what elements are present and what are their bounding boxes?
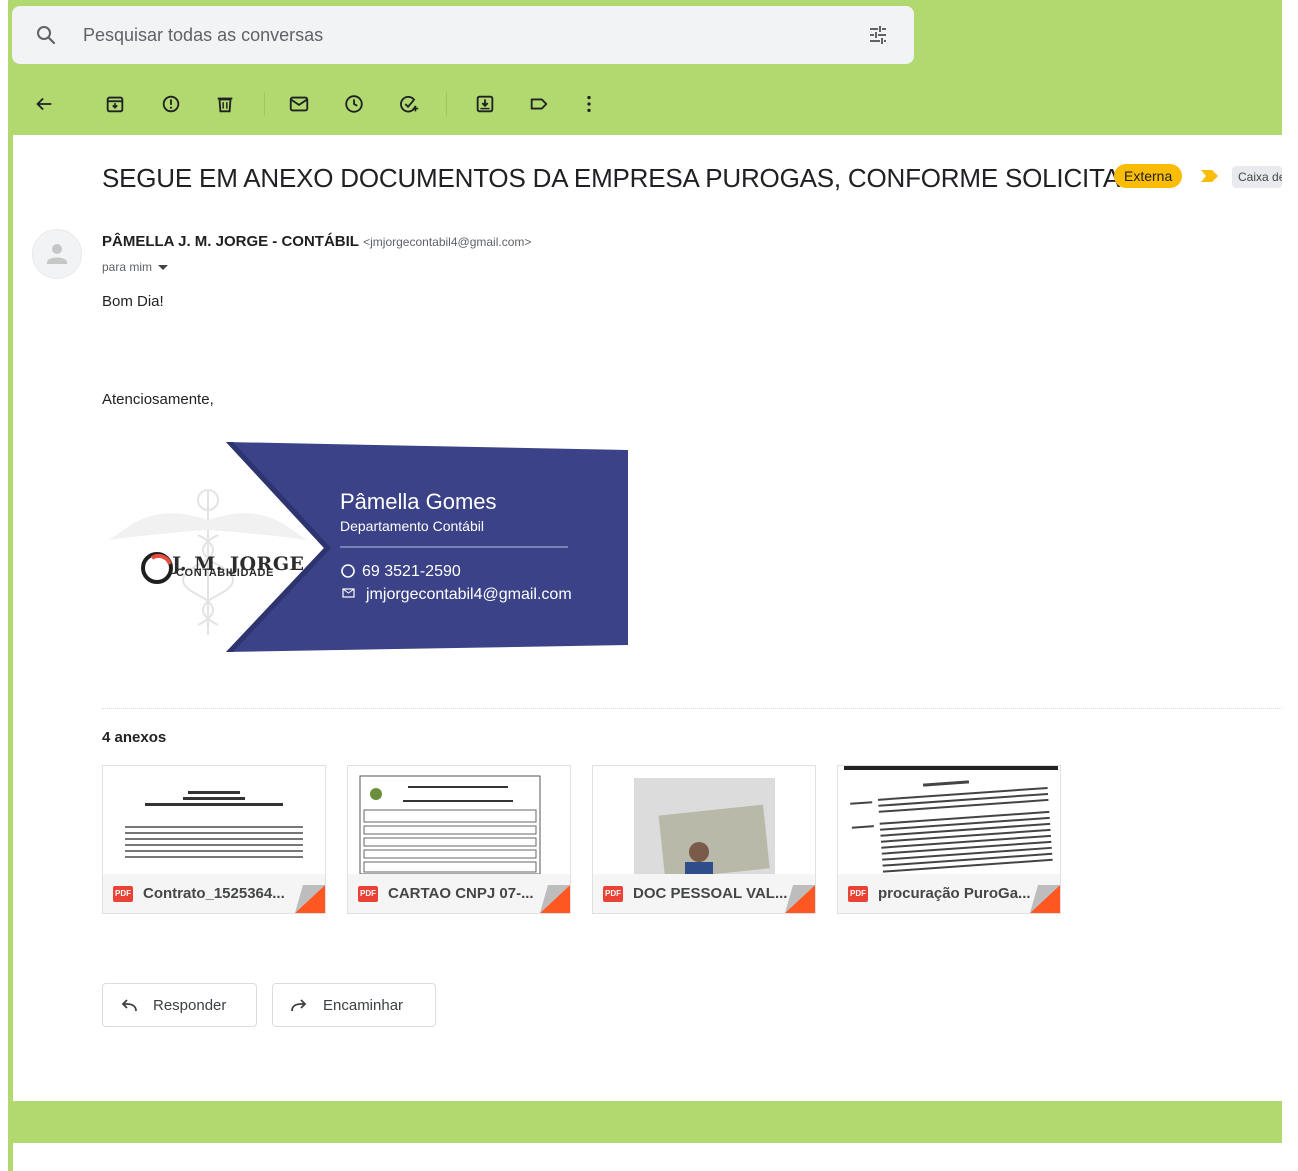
attachment-name: CARTAO CNPJ 07-...: [388, 885, 534, 902]
toolbar-divider: [446, 92, 447, 116]
important-marker-icon[interactable]: [1200, 169, 1220, 183]
report-spam-icon[interactable]: [160, 93, 182, 115]
move-to-icon[interactable]: [474, 93, 496, 115]
search-options-icon[interactable]: [866, 23, 890, 47]
attachment-name: Contrato_1525364...: [143, 885, 285, 902]
left-frame-band: [8, 0, 13, 1171]
snooze-icon[interactable]: [343, 93, 365, 115]
attachment-thumbnail: [348, 766, 570, 874]
toolbar-divider: [264, 92, 265, 116]
more-vert-icon[interactable]: [578, 93, 600, 115]
pdf-icon: PDF: [603, 886, 623, 902]
sender-email: <jmjorgecontabil4@gmail.com>: [363, 235, 532, 249]
back-arrow-icon[interactable]: [33, 93, 55, 115]
attachment-name: procuração PuroGa...: [878, 885, 1031, 902]
reply-button[interactable]: Responder: [102, 983, 257, 1027]
reply-icon: [121, 999, 137, 1012]
pdf-icon: PDF: [358, 886, 378, 902]
page-curl-icon: [1030, 885, 1060, 913]
forward-label: Encaminhar: [323, 997, 404, 1014]
page-curl-icon: [785, 885, 815, 913]
attachment-thumbnail: [838, 766, 1060, 874]
page-edge: [0, 0, 8, 1171]
attachment-card[interactable]: PDF Contrato_1525364...: [102, 765, 326, 914]
pdf-icon: PDF: [848, 886, 868, 902]
attachment-card[interactable]: PDF CARTAO CNPJ 07-...: [347, 765, 571, 914]
signature-card: [102, 440, 628, 656]
add-task-icon[interactable]: [398, 93, 420, 115]
page-curl-icon: [295, 885, 325, 913]
delete-icon[interactable]: [214, 93, 236, 115]
attachment-thumbnail: [103, 766, 325, 874]
attachment-thumbnail: [593, 766, 815, 874]
attachments-divider: [102, 708, 1282, 709]
sender-name[interactable]: PÂMELLA J. M. JORGE - CONTÁBIL: [102, 233, 359, 250]
archive-icon[interactable]: [104, 93, 126, 115]
search-bar[interactable]: Pesquisar todas as conversas: [12, 6, 914, 64]
message-toolbar: [8, 73, 1282, 135]
search-icon[interactable]: [34, 23, 58, 47]
sender-line: PÂMELLA J. M. JORGE - CONTÁBIL <jmjorgec…: [102, 233, 531, 250]
attachment-name: DOC PESSOAL VAL...: [633, 885, 788, 902]
signature-email: jmjorgecontabil4@gmail.com: [366, 586, 572, 603]
pdf-icon: PDF: [113, 886, 133, 902]
attachment-card[interactable]: PDF DOC PESSOAL VAL...: [592, 765, 816, 914]
signature-logo-subtitle: CONTABILIDADE: [176, 567, 275, 579]
person-icon: [47, 244, 67, 264]
footer-band: [8, 1101, 1282, 1143]
reply-label: Responder: [153, 997, 227, 1014]
avatar[interactable]: [32, 229, 82, 279]
greeting-text: Bom Dia!: [102, 293, 164, 310]
mark-unread-icon[interactable]: [288, 93, 310, 115]
attachments-count: 4 anexos: [102, 729, 167, 746]
recipient-line[interactable]: para mim: [102, 260, 169, 274]
closing-text: Atenciosamente,: [102, 391, 214, 408]
signature-phone: 69 3521-2590: [362, 563, 461, 580]
forward-icon: [291, 999, 307, 1012]
external-badge: Externa: [1114, 164, 1183, 188]
attachment-card[interactable]: PDF procuração PuroGa...: [837, 765, 1061, 914]
search-input[interactable]: Pesquisar todas as conversas: [83, 25, 323, 46]
page-curl-icon: [540, 885, 570, 913]
forward-button[interactable]: Encaminhar: [272, 983, 436, 1027]
right-edge: [1282, 0, 1298, 1171]
chevron-down-icon[interactable]: [158, 265, 169, 271]
label-icon[interactable]: [528, 93, 550, 115]
recipient-text: para mim: [102, 260, 153, 274]
signature-department: Departamento Contábil: [340, 518, 484, 534]
signature-name: Pâmella Gomes: [340, 489, 497, 514]
inbox-label-chip[interactable]: Caixa de entrada: [1232, 166, 1282, 188]
email-subject: SEGUE EM ANEXO DOCUMENTOS DA EMPRESA PUR…: [102, 163, 1166, 193]
